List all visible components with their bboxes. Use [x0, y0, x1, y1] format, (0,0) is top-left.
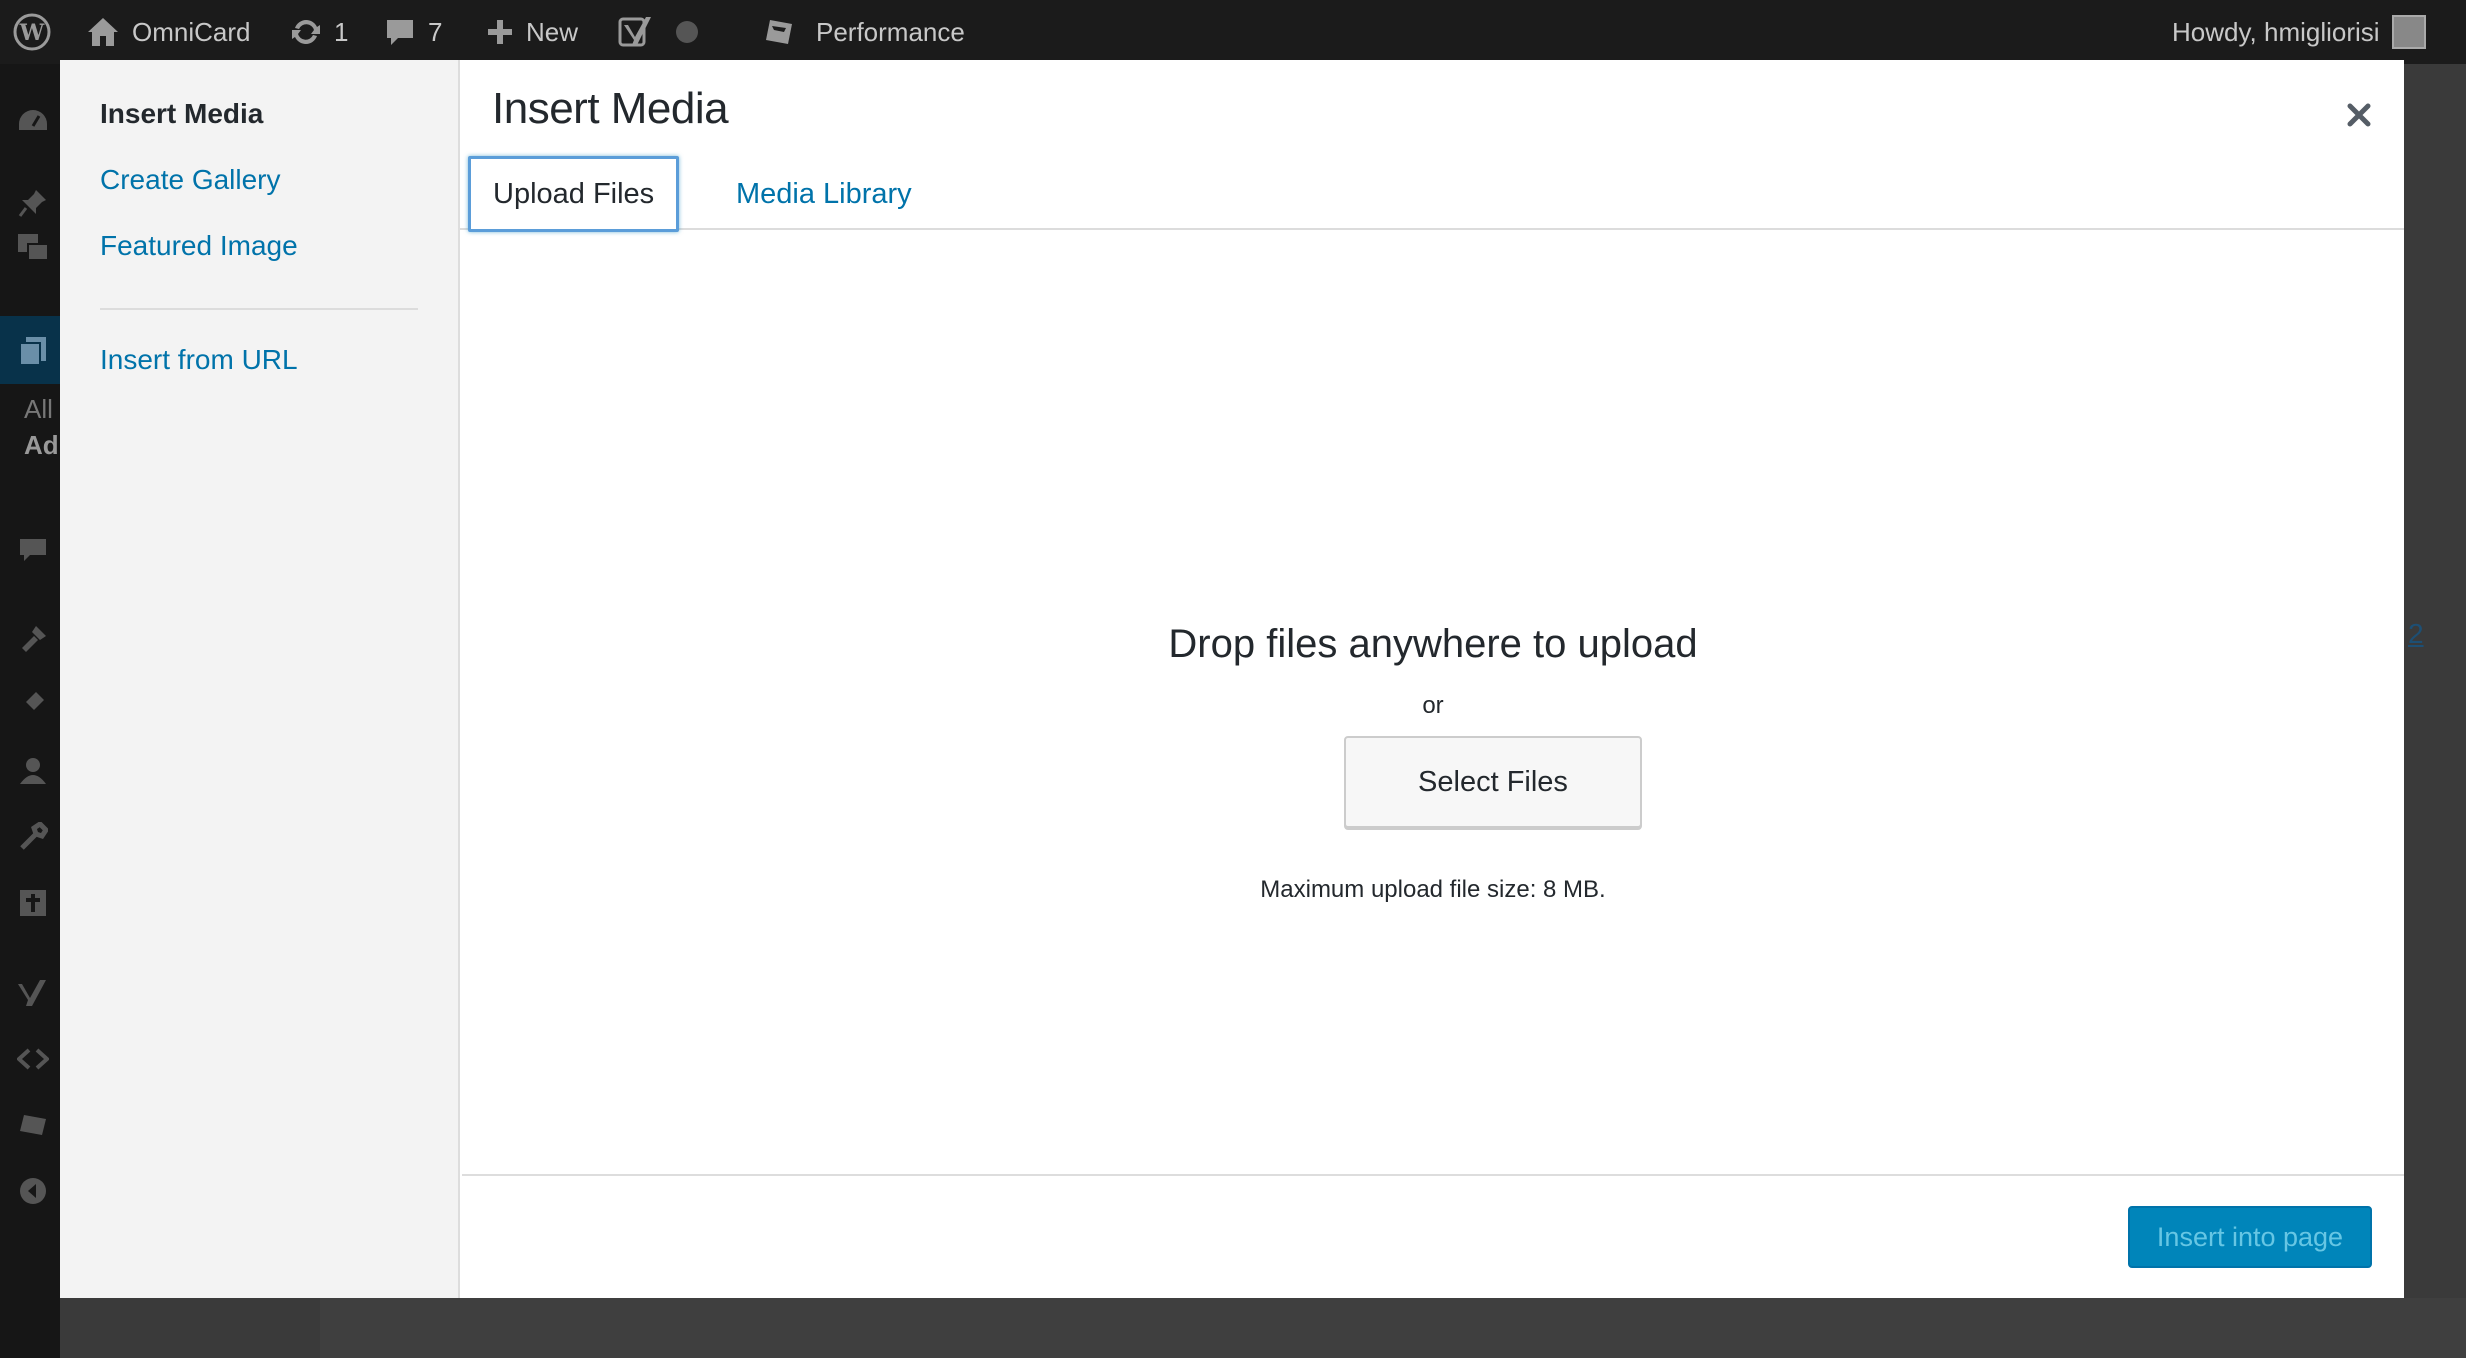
media-menu: Insert Media Create Gallery Featured Ima… [60, 60, 460, 1298]
tab-upload-files[interactable]: Upload Files [468, 156, 680, 232]
menu-item-create-gallery[interactable]: Create Gallery [100, 164, 281, 196]
collapse-menu-icon[interactable] [16, 1174, 50, 1208]
users-icon[interactable] [16, 754, 50, 788]
or-text: or [1422, 692, 1444, 719]
performance-menu-icon[interactable] [16, 1108, 50, 1142]
pages-icon[interactable] [16, 334, 50, 368]
modal-toolbar: Insert into page [462, 1174, 2404, 1298]
upload-dropzone[interactable]: Drop files anywhere to upload or Select … [462, 230, 2404, 1174]
plus-icon [486, 18, 514, 46]
appearance-icon[interactable] [16, 620, 50, 654]
avatar [2391, 15, 2426, 49]
settings-icon[interactable] [16, 886, 50, 920]
media-icon[interactable] [16, 230, 50, 264]
admin-menu: All Ad [0, 64, 60, 1358]
comments-menu-icon[interactable] [16, 534, 50, 568]
select-files-button[interactable]: Select Files [1344, 736, 1642, 828]
howdy-text: Howdy, hmigliorisi [2172, 16, 2380, 47]
admin-menu-add[interactable]: Ad [24, 430, 59, 461]
max-upload-size: Maximum upload file size: 8 MB. [1260, 876, 1606, 903]
performance-cube-icon [762, 16, 796, 48]
yoast-menu-icon[interactable] [16, 976, 50, 1010]
dashboard-icon[interactable] [16, 104, 50, 138]
new-label: New [526, 16, 579, 47]
background-link[interactable]: 2 [2408, 618, 2424, 650]
updates-count: 1 [334, 16, 349, 47]
modal-title: Insert Media [492, 84, 729, 133]
admin-bar: W OmniCard 1 7 New Performance Howdy, hm… [0, 0, 2466, 64]
plugins-icon[interactable] [16, 686, 50, 720]
refresh-icon [290, 16, 322, 48]
admin-menu-all[interactable]: All [24, 394, 53, 425]
insert-media-modal: Insert Media Create Gallery Featured Ima… [60, 60, 2404, 1298]
admin-bar-site[interactable]: OmniCard [86, 0, 250, 64]
comment-icon [384, 17, 416, 47]
menu-item-insert-from-url[interactable]: Insert from URL [100, 344, 298, 376]
menu-separator [100, 308, 418, 310]
page-background [2404, 64, 2466, 1358]
pin-icon[interactable] [16, 186, 50, 220]
admin-bar-account[interactable]: Howdy, hmigliorisi [2172, 0, 2466, 64]
menu-item-insert-media[interactable]: Insert Media [100, 98, 263, 130]
admin-bar-yoast[interactable] [618, 0, 698, 64]
insert-into-page-button[interactable]: Insert into page [2128, 1206, 2372, 1268]
home-icon [86, 16, 120, 48]
close-button[interactable] [2334, 90, 2384, 140]
admin-bar-new[interactable]: New [486, 0, 578, 64]
admin-bar-performance[interactable]: Performance [762, 0, 965, 64]
site-name: OmniCard [132, 16, 251, 47]
yoast-icon [618, 15, 654, 49]
page-footer-area [320, 1298, 2466, 1358]
performance-label: Performance [816, 16, 965, 47]
admin-bar-updates[interactable]: 1 [290, 0, 348, 64]
code-arrows-icon[interactable] [16, 1042, 50, 1076]
tab-media-library[interactable]: Media Library [714, 156, 934, 232]
comments-count: 7 [428, 16, 443, 47]
drop-instructions: Drop files anywhere to upload [1168, 622, 1698, 666]
admin-bar-comments[interactable]: 7 [384, 0, 442, 64]
svg-text:W: W [19, 20, 45, 46]
menu-item-featured-image[interactable]: Featured Image [100, 230, 298, 262]
close-icon [2347, 103, 2371, 127]
wordpress-logo-icon[interactable]: W [12, 0, 52, 64]
tools-icon[interactable] [16, 820, 50, 854]
status-dot-icon [676, 21, 698, 43]
